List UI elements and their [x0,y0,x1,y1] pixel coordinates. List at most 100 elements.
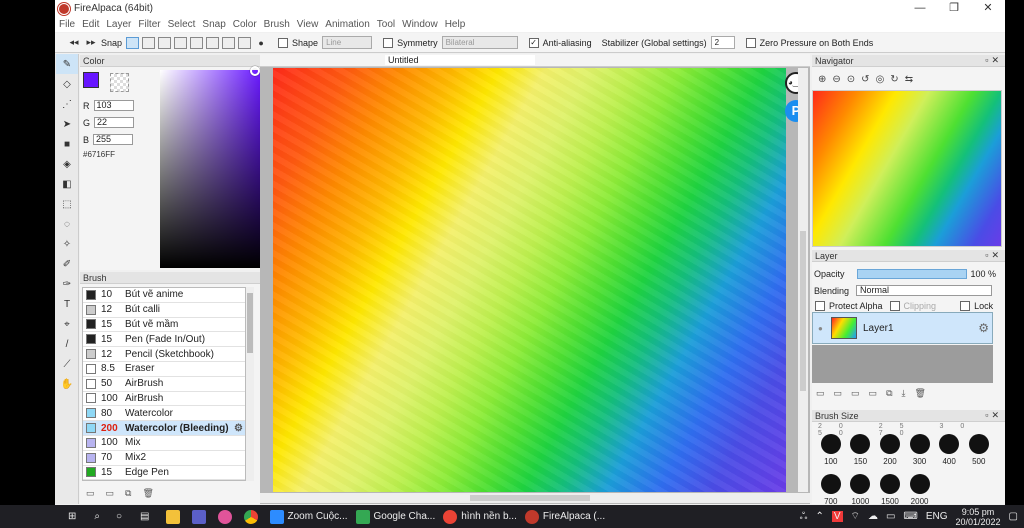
menu-brush[interactable]: Brush [264,19,290,30]
snap-radial-icon[interactable] [190,36,204,49]
task-view-icon[interactable]: ▤ [140,511,149,522]
symmetry-checkbox[interactable] [383,37,394,48]
snap-off-icon[interactable] [126,36,140,49]
file-explorer-icon[interactable] [165,509,184,524]
panel-float-close-icon[interactable]: ▫✕ [985,55,1002,66]
add-brush-icon[interactable]: ▭ [86,488,95,499]
zoom-in-icon[interactable]: ⊕ [818,74,826,85]
bucket-tool-icon[interactable]: ◈ [56,154,78,174]
select-eraser-tool-icon[interactable]: ✑ [56,274,78,294]
shape-select[interactable]: Line [322,36,373,49]
new-layer-icon[interactable]: ▭ [816,388,825,399]
transparent-color-swatch[interactable] [110,73,129,92]
brush-size-option[interactable]: 2000 [905,470,935,505]
people-icon[interactable]: ஃ [800,511,808,523]
snap-settings-icon[interactable] [238,36,252,49]
search-icon[interactable]: ⌕ [94,511,100,522]
opacity-slider[interactable] [856,269,967,279]
undo-button[interactable]: ◂◂ [67,36,81,50]
brush-list-item[interactable]: 10 Bút vẽ anime [83,288,245,303]
rotate-right-icon[interactable]: ↻ [890,74,898,85]
brush-size-option[interactable]: 700 [816,470,846,505]
brush-list-item[interactable]: 8.5 Eraser [83,362,245,377]
rotate-reset-icon[interactable]: ◎ [876,74,885,85]
eyedropper-tool-icon[interactable]: ⟋ [56,354,78,374]
eraser-tool-icon[interactable]: ◇ [56,74,78,94]
hand-tool-icon[interactable]: ✋ [56,374,78,394]
brush-list-item[interactable]: 50 AirBrush [83,377,245,392]
clipping-checkbox[interactable] [889,301,900,311]
copy-brush-icon[interactable]: ⧉ [125,488,131,499]
brush-size-option[interactable]: 300 [905,430,935,470]
select-pen-tool-icon[interactable]: ✐ [56,254,78,274]
new-8bit-layer-icon[interactable]: ▭ [834,388,843,399]
minimize-button[interactable]: — [903,0,937,17]
menu-file[interactable]: File [59,19,75,30]
brush-list-item[interactable]: 80 Watercolor [83,406,245,422]
snap-curve-icon[interactable] [222,36,236,49]
lock-checkbox[interactable] [960,301,971,311]
layer-row[interactable]: ● Layer1 ⚙ [812,312,993,344]
scroll-thumb[interactable] [247,293,253,353]
duplicate-brush-icon[interactable]: ▭ [106,488,115,499]
brush-list-scrollbar[interactable] [246,287,254,481]
cortana-icon[interactable]: ○ [116,511,122,522]
document-tab[interactable]: Untitled [385,55,535,65]
snap-parallel-icon[interactable] [142,36,156,49]
taskbar-app-zoom[interactable]: Zoom Cuộc... [269,509,348,524]
magic-wand-tool-icon[interactable]: ✧ [56,234,78,254]
panel-float-close-icon[interactable]: ▫✕ [985,410,1002,421]
menu-tool[interactable]: Tool [377,19,395,30]
delete-layer-icon[interactable]: 🗑 [914,388,925,399]
menu-help[interactable]: Help [445,19,466,30]
snap-vanishing-icon[interactable] [174,36,188,49]
brush-tool-icon[interactable]: ✎ [56,54,78,74]
keyboard-icon[interactable]: ⌨ [903,511,917,522]
brush-size-option[interactable]: 400 [934,430,964,470]
vivaldi-icon[interactable]: V [831,511,843,522]
brush-size-option[interactable]: 100 [816,430,846,470]
restore-button[interactable]: ❐ [937,0,971,17]
zoom-fit-icon[interactable]: ⊙ [847,74,855,85]
taskbar-app-chrome-window[interactable]: hình nền b... [443,509,517,524]
menu-filter[interactable]: Filter [138,19,160,30]
brush-size-option[interactable]: 200 [875,430,905,470]
text-tool-icon[interactable]: T [56,294,78,314]
visibility-icon[interactable]: ● [818,324,823,333]
scroll-thumb[interactable] [800,231,806,391]
menu-layer[interactable]: Layer [106,19,131,30]
snap-dot-icon[interactable]: ● [254,36,268,50]
canvas-vertical-scrollbar[interactable] [798,68,808,492]
brush-list-item[interactable]: 200 Watercolor (Bleeding) ⚙ [83,421,245,436]
brush-list-item[interactable]: 70 Mix2 [83,451,245,466]
gradient-tool-icon[interactable]: ◧ [56,174,78,194]
snap-crisscross-icon[interactable] [158,36,172,49]
delete-brush-icon[interactable]: 🗑 [142,488,153,499]
rotate-left-icon[interactable]: ↺ [861,74,869,85]
sv-picker-knob[interactable] [250,66,260,76]
teams-icon[interactable] [191,509,210,524]
brush-size-option[interactable]: 1000 [846,470,876,505]
brush-list-item[interactable]: 12 Bút calli [83,303,245,318]
duplicate-layer-icon[interactable]: ⧉ [886,388,892,399]
taskbar-app-firealpaca[interactable]: FireAlpaca (... [524,509,605,524]
brush-list-item[interactable]: 15 Bút vẽ mầm [83,318,245,333]
b-input[interactable]: 255 [93,134,134,145]
fill-tool-icon[interactable]: ■ [56,134,78,154]
display-icon[interactable]: ▭ [886,511,895,522]
brush-size-option[interactable]: 150 [846,430,876,470]
menu-animation[interactable]: Animation [325,19,369,30]
network-icon[interactable]: ⌔ [851,510,860,523]
antialias-checkbox[interactable]: ✓ [528,37,539,48]
brush-settings-gear-icon[interactable]: ⚙ [234,423,243,434]
brush-list-item[interactable]: 100 AirBrush [83,392,245,407]
g-input[interactable]: 22 [94,117,135,128]
blending-select[interactable]: Normal [856,285,993,296]
tray-overflow-icon[interactable]: ⌃ [815,511,823,522]
new-folder-icon[interactable]: ▭ [869,388,878,399]
saturation-value-picker[interactable] [160,70,262,268]
panel-float-close-icon[interactable]: ▫✕ [985,250,1002,261]
drop-app-icon[interactable] [217,509,236,524]
menu-edit[interactable]: Edit [82,19,99,30]
clock[interactable]: 9:05 pm 20/01/2022 [956,507,1001,527]
